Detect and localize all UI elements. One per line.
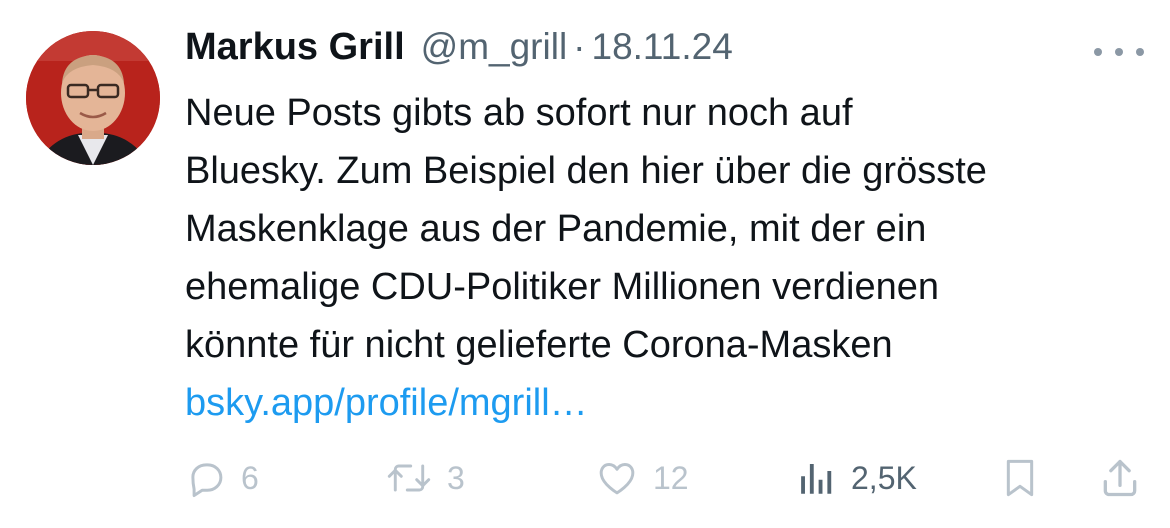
reply-button[interactable]: 6 bbox=[185, 448, 259, 508]
reply-icon bbox=[191, 463, 223, 497]
author-name[interactable]: Markus Grill bbox=[185, 26, 405, 69]
tweet-header: Markus Grill @m_grill · 18.11.24 bbox=[185, 26, 733, 76]
tweet-link[interactable]: bsky.app/profile/mgrill… bbox=[185, 374, 1145, 432]
tweet-text-line: ehemalige CDU-Politiker Millionen verdie… bbox=[185, 266, 940, 308]
author-handle[interactable]: @m_grill bbox=[421, 26, 568, 68]
tweet-text-line: Maskenklage aus der Pandemie, mit der ei… bbox=[185, 208, 927, 250]
views-icon bbox=[801, 464, 832, 494]
action-bar: 6 3 12 2,5K bbox=[185, 448, 1145, 508]
more-dot bbox=[1094, 48, 1102, 56]
more-icon[interactable] bbox=[1094, 40, 1144, 64]
share-button[interactable] bbox=[1098, 448, 1142, 508]
repost-count: 3 bbox=[447, 459, 465, 496]
post-date[interactable]: 18.11.24 bbox=[592, 26, 733, 68]
reply-count: 6 bbox=[241, 459, 259, 496]
like-button[interactable]: 12 bbox=[595, 448, 689, 508]
more-dot bbox=[1115, 48, 1123, 56]
views-button[interactable]: 2,5K bbox=[795, 448, 917, 508]
views-count: 2,5K bbox=[851, 459, 917, 496]
heart-icon bbox=[599, 463, 635, 495]
retweet-button[interactable]: 3 bbox=[385, 448, 465, 508]
tweet-text-line: könnte für nicht gelieferte Corona-Maske… bbox=[185, 324, 893, 366]
retweet-icon bbox=[387, 464, 431, 492]
more-dot bbox=[1136, 48, 1144, 56]
like-count: 12 bbox=[653, 459, 689, 496]
separator-dot: · bbox=[573, 26, 586, 67]
bookmark-icon bbox=[1006, 459, 1034, 497]
avatar[interactable] bbox=[26, 31, 160, 165]
bookmark-button[interactable] bbox=[1000, 448, 1040, 508]
tweet-text-line: Neue Posts gibts ab sofort nur noch auf bbox=[185, 92, 853, 134]
share-icon bbox=[1103, 459, 1137, 497]
tweet-text-line: Bluesky. Zum Beispiel den hier über die … bbox=[185, 150, 987, 192]
avatar-image bbox=[26, 31, 160, 165]
tweet-text: Neue Posts gibts ab sofort nur noch auf … bbox=[185, 84, 1145, 432]
